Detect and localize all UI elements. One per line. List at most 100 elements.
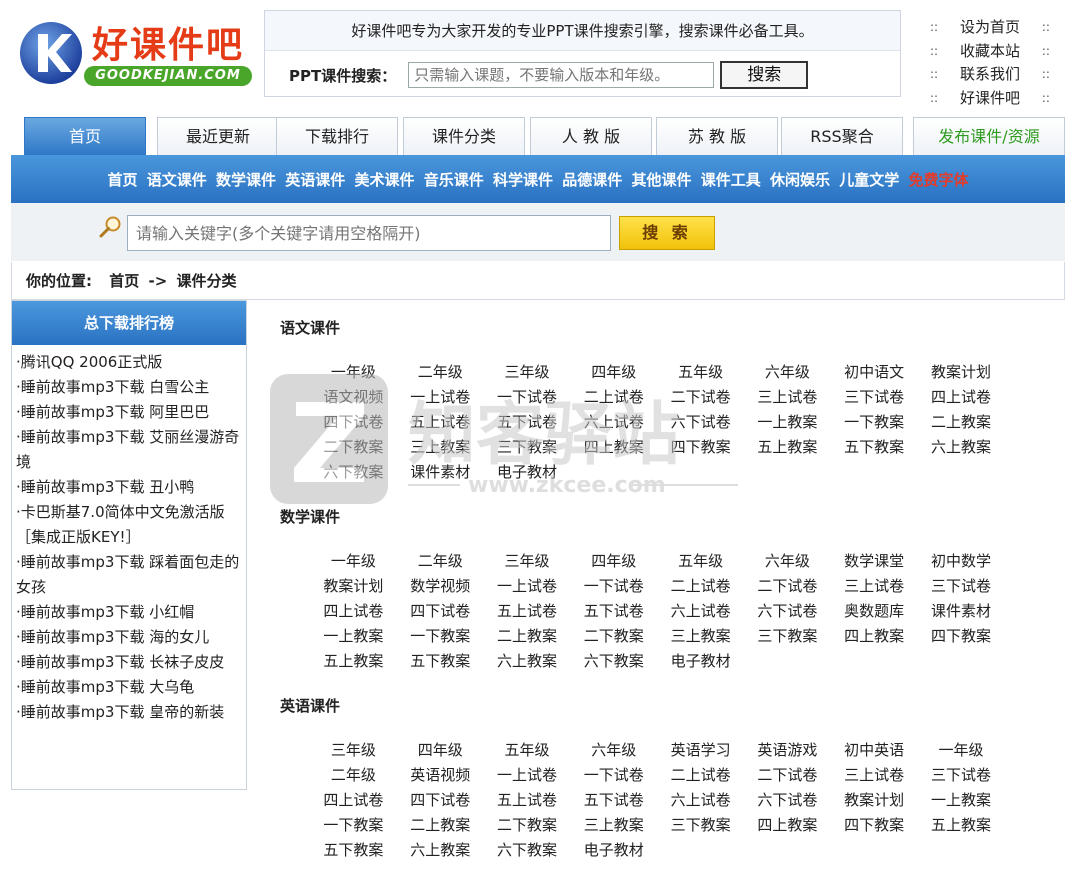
category-link[interactable]: 一下试卷: [570, 763, 657, 788]
category-link[interactable]: 一年级: [310, 549, 397, 574]
category-link[interactable]: 五上教案: [918, 813, 1005, 838]
category-link[interactable]: 六上试卷: [570, 410, 657, 435]
tab-categories[interactable]: 课件分类: [403, 117, 525, 155]
category-link[interactable]: 一上试卷: [484, 763, 571, 788]
category-link[interactable]: 一年级: [310, 360, 397, 385]
category-link[interactable]: 四上教案: [831, 624, 918, 649]
category-link[interactable]: 课件素材: [397, 460, 484, 485]
category-link[interactable]: 二上试卷: [657, 763, 744, 788]
subnav-leisure[interactable]: 休闲娱乐: [770, 171, 830, 189]
ppt-search-button[interactable]: 搜索: [720, 61, 809, 89]
subnav-math[interactable]: 数学课件: [216, 171, 276, 189]
quick-link-row[interactable]: :: 设为首页::: [930, 16, 1050, 40]
category-link[interactable]: 三上试卷: [831, 574, 918, 599]
category-link[interactable]: 五上试卷: [397, 410, 484, 435]
category-link[interactable]: 四上试卷: [310, 599, 397, 624]
category-link[interactable]: 三下试卷: [831, 385, 918, 410]
category-link[interactable]: 二下试卷: [744, 574, 831, 599]
category-link[interactable]: 四下教案: [831, 813, 918, 838]
list-item[interactable]: ·睡前故事mp3下载 踩着面包走的女孩: [16, 550, 240, 600]
category-link[interactable]: 六年级: [570, 738, 657, 763]
list-item[interactable]: ·睡前故事mp3下载 阿里巴巴: [16, 400, 240, 425]
category-link[interactable]: 六上教案: [918, 435, 1005, 460]
quick-link-contact[interactable]: 联系我们: [960, 63, 1020, 87]
category-link[interactable]: 一下教案: [310, 813, 397, 838]
category-link[interactable]: 五下试卷: [484, 410, 571, 435]
category-link[interactable]: 一上试卷: [397, 385, 484, 410]
category-link[interactable]: 四上教案: [570, 435, 657, 460]
category-link[interactable]: 一上教案: [744, 410, 831, 435]
category-link[interactable]: 二下教案: [484, 813, 571, 838]
category-link[interactable]: 三下教案: [657, 813, 744, 838]
category-link[interactable]: 四下试卷: [397, 599, 484, 624]
category-link[interactable]: 六年级: [744, 549, 831, 574]
subnav-english[interactable]: 英语课件: [285, 171, 345, 189]
category-link[interactable]: 语文视频: [310, 385, 397, 410]
list-item[interactable]: ·腾讯QQ 2006正式版: [16, 350, 240, 375]
category-link[interactable]: 四上教案: [744, 813, 831, 838]
category-link[interactable]: 三上教案: [397, 435, 484, 460]
tab-renjiao[interactable]: 人 教 版: [530, 117, 652, 155]
category-link[interactable]: 四下试卷: [310, 410, 397, 435]
category-link[interactable]: 电子教材: [570, 838, 657, 863]
subnav-chinese[interactable]: 语文课件: [147, 171, 207, 189]
list-item[interactable]: ·睡前故事mp3下载 大乌龟: [16, 675, 240, 700]
list-item[interactable]: ·睡前故事mp3下载 白雪公主: [16, 375, 240, 400]
category-link[interactable]: 英语学习: [657, 738, 744, 763]
list-item[interactable]: ·睡前故事mp3下载 丑小鸭: [16, 475, 240, 500]
category-link[interactable]: 五年级: [657, 549, 744, 574]
category-link[interactable]: 三上试卷: [744, 385, 831, 410]
category-link[interactable]: 三上教案: [657, 624, 744, 649]
category-link[interactable]: 三上教案: [570, 813, 657, 838]
category-link[interactable]: 五下教案: [397, 649, 484, 674]
subnav-tools[interactable]: 课件工具: [701, 171, 761, 189]
category-link[interactable]: 二上试卷: [657, 574, 744, 599]
category-link[interactable]: 五下教案: [831, 435, 918, 460]
category-link[interactable]: 三下试卷: [918, 763, 1005, 788]
category-link[interactable]: 二下教案: [310, 435, 397, 460]
quick-link-site[interactable]: 好课件吧: [960, 87, 1020, 111]
category-link[interactable]: 四下教案: [657, 435, 744, 460]
category-link[interactable]: 五上试卷: [484, 788, 571, 813]
category-link[interactable]: 三年级: [484, 360, 571, 385]
category-link[interactable]: 二上教案: [397, 813, 484, 838]
category-link[interactable]: 二下试卷: [657, 385, 744, 410]
category-link[interactable]: 教案计划: [310, 574, 397, 599]
category-link[interactable]: 四年级: [570, 549, 657, 574]
list-item[interactable]: ·睡前故事mp3下载 皇帝的新装: [16, 700, 240, 725]
category-link[interactable]: 二上教案: [918, 410, 1005, 435]
list-item[interactable]: ·睡前故事mp3下载 海的女儿: [16, 625, 240, 650]
quick-link-bookmark[interactable]: 收藏本站: [960, 40, 1020, 64]
category-link[interactable]: 英语视频: [397, 763, 484, 788]
tab-publish[interactable]: 发布课件/资源: [913, 117, 1065, 155]
quick-link-row[interactable]: :: 联系我们::: [930, 63, 1050, 87]
category-link[interactable]: 二年级: [397, 360, 484, 385]
category-link[interactable]: 电子教材: [484, 460, 571, 485]
category-link[interactable]: 三上试卷: [831, 763, 918, 788]
list-item[interactable]: ·睡前故事mp3下载 小红帽: [16, 600, 240, 625]
subnav-free-fonts[interactable]: 免费字体: [908, 171, 968, 189]
category-link[interactable]: 数学视频: [397, 574, 484, 599]
quick-link-row[interactable]: :: 收藏本站::: [930, 40, 1050, 64]
category-link[interactable]: 一上试卷: [484, 574, 571, 599]
category-link[interactable]: 三年级: [310, 738, 397, 763]
category-link[interactable]: 电子教材: [657, 649, 744, 674]
list-item[interactable]: ·卡巴斯基7.0简体中文免激活版［集成正版KEY!］: [16, 500, 240, 550]
category-link[interactable]: 六年级: [744, 360, 831, 385]
category-link[interactable]: 六下试卷: [657, 410, 744, 435]
category-link[interactable]: 六下试卷: [744, 788, 831, 813]
category-link[interactable]: 五下教案: [310, 838, 397, 863]
category-link[interactable]: 五下试卷: [570, 599, 657, 624]
keyword-search-button[interactable]: 搜 索: [619, 216, 715, 250]
category-link[interactable]: 四上试卷: [310, 788, 397, 813]
category-link[interactable]: 二年级: [310, 763, 397, 788]
subnav-music[interactable]: 音乐课件: [424, 171, 484, 189]
category-link[interactable]: 六上试卷: [657, 788, 744, 813]
subnav-home[interactable]: 首页: [107, 171, 137, 189]
category-link[interactable]: 二年级: [397, 549, 484, 574]
category-link[interactable]: 二下试卷: [744, 763, 831, 788]
category-link[interactable]: 五下试卷: [570, 788, 657, 813]
category-link[interactable]: 五上教案: [744, 435, 831, 460]
category-link[interactable]: 五年级: [484, 738, 571, 763]
category-link[interactable]: 初中英语: [831, 738, 918, 763]
